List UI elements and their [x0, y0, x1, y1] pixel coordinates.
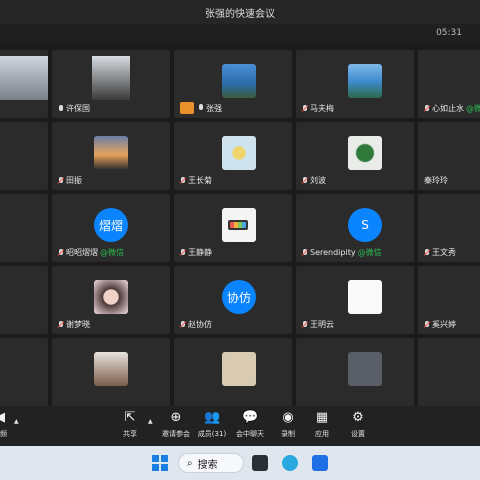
participant-avatar	[348, 280, 382, 314]
camera-icon: ◀	[0, 410, 8, 426]
settings-button[interactable]: ⚙ 设置	[336, 410, 380, 439]
mic-muted-icon	[58, 320, 64, 329]
participant-label: 王长菊	[180, 175, 212, 186]
add-user-icon: ⊕	[170, 410, 182, 425]
participant-tile[interactable]	[418, 338, 480, 406]
participant-avatar	[94, 280, 128, 314]
meeting-app-icon[interactable]	[312, 455, 328, 471]
participant-avatar: S	[348, 208, 382, 242]
record-icon: ◉	[282, 410, 294, 425]
host-badge-icon	[180, 102, 194, 114]
participant-tile[interactable]	[52, 338, 170, 406]
participant-tile[interactable]: 王文秀	[418, 194, 480, 262]
video-options-caret[interactable]: ▲	[14, 418, 19, 425]
participant-label: 昭昭熠熠 @微信	[58, 247, 124, 258]
chat-icon: 💬	[242, 410, 259, 425]
participant-tile[interactable]: 王明云	[296, 266, 414, 334]
participant-tile[interactable]	[174, 338, 292, 406]
participant-tile[interactable]	[0, 194, 48, 262]
participant-tile[interactable]	[0, 50, 48, 118]
participant-avatar	[348, 136, 382, 170]
participant-tile[interactable]: 协仿 赵协仿	[174, 266, 292, 334]
share-screen-icon: ⇱	[124, 410, 136, 425]
participant-label: Serendipity @微信	[302, 247, 382, 258]
windows-start-icon[interactable]	[152, 455, 168, 471]
participant-label: 马夫梅	[302, 103, 334, 114]
apps-grid-icon: ▦	[315, 410, 329, 425]
meeting-toolbar: ◀ 视频 ▲ ⇱ 共享 ▲ ⊕ 邀请参会 👥 成员(31) 💬 会中聊天 ◉ 录…	[0, 406, 480, 446]
participant-tile[interactable]	[0, 122, 48, 190]
participant-avatar: 协仿	[222, 280, 256, 314]
participant-avatar	[348, 352, 382, 386]
participant-tile[interactable]: 奚兴婷	[418, 266, 480, 334]
participant-tile[interactable]	[0, 266, 48, 334]
windows-taskbar: ⌕ 搜索	[0, 446, 480, 480]
mic-icon	[198, 104, 204, 112]
gear-icon: ⚙	[352, 410, 364, 425]
task-view-icon[interactable]	[252, 455, 268, 471]
meeting-timer: 05:31	[436, 28, 462, 38]
participant-tile[interactable]	[296, 338, 414, 406]
participant-tile[interactable]: 许保国	[52, 50, 170, 118]
participant-tile[interactable]: 谢梦晓	[52, 266, 170, 334]
participant-label: 赵协仿	[180, 319, 212, 330]
participant-label: 奚兴婷	[424, 319, 456, 330]
participant-label: 张强	[180, 102, 222, 114]
mic-muted-icon	[302, 176, 308, 185]
share-button[interactable]: ⇱ 共享	[108, 410, 152, 439]
participant-avatar	[222, 64, 256, 98]
participant-tile[interactable]: 王长菊	[174, 122, 292, 190]
participant-grid: 许保国 张强 马夫梅 心如止水@微信 田振 王长菊 刘波 秦玲玲 熠熠 昭昭熠熠…	[0, 50, 480, 406]
mic-muted-icon	[424, 104, 430, 113]
taskbar-search[interactable]: ⌕ 搜索	[178, 453, 244, 473]
participant-avatar: 熠熠	[94, 208, 128, 242]
participant-avatar	[222, 136, 256, 170]
participant-tile[interactable]: 刘波	[296, 122, 414, 190]
mic-muted-icon	[180, 320, 186, 329]
participant-label: 许保国	[58, 103, 90, 114]
participant-tile[interactable]: 心如止水@微信	[418, 50, 480, 118]
mic-icon	[58, 104, 64, 113]
participant-tile[interactable]: S Serendipity @微信	[296, 194, 414, 262]
mic-muted-icon	[302, 320, 308, 329]
participant-tile[interactable]: 田振	[52, 122, 170, 190]
participant-label: 田振	[58, 175, 82, 186]
mic-muted-icon	[180, 248, 186, 257]
participant-tile[interactable]: 王静静	[174, 194, 292, 262]
participant-label: 秦玲玲	[424, 176, 448, 185]
window-title: 张强的快速会议	[205, 8, 275, 20]
members-icon: 👥	[204, 410, 221, 425]
participant-avatar	[348, 64, 382, 98]
participant-video	[0, 56, 48, 100]
participant-avatar	[94, 352, 128, 386]
participant-tile[interactable]: 马夫梅	[296, 50, 414, 118]
mic-muted-icon	[302, 104, 308, 113]
share-options-caret[interactable]: ▲	[148, 418, 153, 425]
edge-browser-icon[interactable]	[282, 455, 298, 471]
meeting-info-bar: 05:31	[0, 24, 480, 44]
participant-tile[interactable]: 张强	[174, 50, 292, 118]
mic-muted-icon	[302, 248, 308, 257]
window-titlebar: 张强的快速会议	[0, 0, 480, 24]
participant-label: 王明云	[302, 319, 334, 330]
participant-tile[interactable]: 熠熠 昭昭熠熠 @微信	[52, 194, 170, 262]
mic-muted-icon	[424, 320, 430, 329]
participant-tile[interactable]	[0, 338, 48, 406]
participant-video	[92, 56, 130, 100]
participant-avatar	[94, 136, 128, 170]
participant-label: 谢梦晓	[58, 319, 90, 330]
participant-label: 王文秀	[424, 247, 456, 258]
participant-label: 心如止水@微信	[424, 103, 480, 114]
participant-label: 王静静	[180, 247, 212, 258]
search-icon: ⌕	[187, 457, 193, 469]
participant-avatar	[222, 352, 256, 386]
mic-muted-icon	[58, 248, 64, 257]
participant-label: 刘波	[302, 175, 326, 186]
battery-avatar	[222, 208, 256, 242]
mic-muted-icon	[424, 248, 430, 257]
mic-muted-icon	[58, 176, 64, 185]
mic-muted-icon	[180, 176, 186, 185]
battery-icon	[228, 220, 248, 230]
participant-tile[interactable]: 秦玲玲	[418, 122, 480, 190]
